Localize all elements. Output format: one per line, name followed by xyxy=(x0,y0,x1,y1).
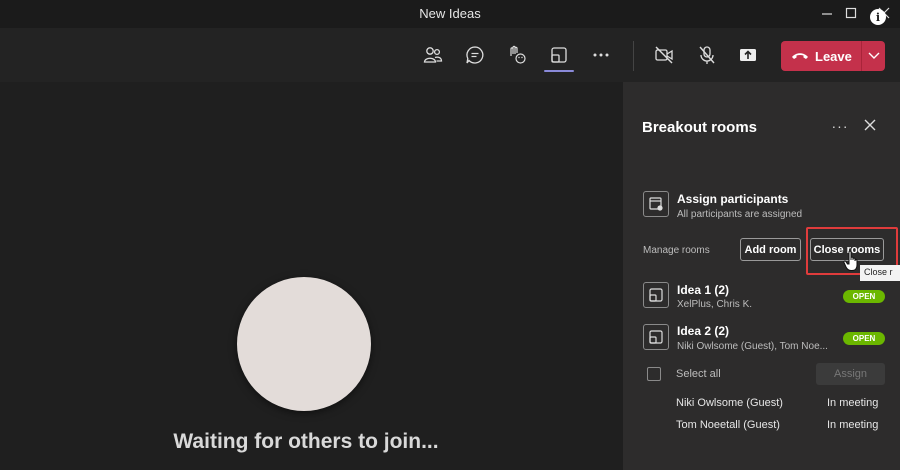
share-button[interactable] xyxy=(735,42,761,68)
mic-toggle-button[interactable] xyxy=(694,42,720,68)
assign-icon xyxy=(649,197,663,211)
participant-name[interactable]: Tom Noeetall (Guest) xyxy=(676,419,780,431)
minimize-button[interactable] xyxy=(816,3,838,23)
meeting-toolbar: Leave xyxy=(0,28,900,82)
chat-button[interactable] xyxy=(462,42,488,68)
people-button[interactable] xyxy=(420,42,446,68)
rooms-icon xyxy=(551,47,567,63)
leave-options-button[interactable] xyxy=(862,41,885,71)
manage-rooms-label: Manage rooms xyxy=(643,245,710,256)
panel-more-button[interactable]: ··· xyxy=(831,118,849,134)
participant-name[interactable]: Niki Owlsome (Guest) xyxy=(676,397,783,409)
add-room-button[interactable]: Add room xyxy=(740,238,801,261)
close-icon xyxy=(864,119,876,131)
more-icon xyxy=(593,53,609,57)
chevron-down-icon xyxy=(868,52,879,59)
waiting-message: Waiting for others to join... xyxy=(173,430,439,453)
participant-status: In meeting xyxy=(827,419,879,431)
participant-status: In meeting xyxy=(827,397,879,409)
chat-icon xyxy=(466,46,484,64)
room-status-badge: OPEN xyxy=(843,332,885,345)
camera-off-icon xyxy=(655,46,673,64)
assign-participants-subtitle: All participants are assigned xyxy=(677,209,803,220)
room-icon xyxy=(643,282,669,308)
meeting-stage: Waiting for others to join... xyxy=(0,82,623,470)
assign-button[interactable]: Assign xyxy=(816,363,885,385)
hang-up-icon xyxy=(792,53,808,59)
active-tab-indicator xyxy=(544,70,574,72)
select-all-label[interactable]: Select all xyxy=(676,368,721,380)
people-icon xyxy=(423,47,443,63)
rooms-icon xyxy=(649,330,663,344)
rooms-icon xyxy=(649,288,663,302)
reactions-button[interactable] xyxy=(504,42,530,68)
tooltip: Close r xyxy=(860,265,900,281)
room-icon xyxy=(643,324,669,350)
camera-toggle-button[interactable] xyxy=(651,42,677,68)
more-actions-button[interactable] xyxy=(588,42,614,68)
assign-participants-title[interactable]: Assign participants xyxy=(677,192,788,206)
select-all-checkbox[interactable] xyxy=(647,367,661,381)
reactions-icon xyxy=(510,45,526,64)
leave-button[interactable]: Leave xyxy=(781,41,885,71)
maximize-icon xyxy=(845,7,857,19)
room-participants: XelPlus, Chris K. xyxy=(677,299,753,310)
assign-participants-icon[interactable] xyxy=(643,191,669,217)
room-status-badge: OPEN xyxy=(843,290,885,303)
rooms-button[interactable] xyxy=(546,42,572,68)
room-name[interactable]: Idea 2 (2) xyxy=(677,324,729,338)
leave-main[interactable]: Leave xyxy=(781,41,861,71)
breakout-rooms-panel: Breakout rooms ··· Assign participants A… xyxy=(623,82,900,470)
mic-off-icon xyxy=(699,46,715,64)
info-icon[interactable]: i xyxy=(870,9,886,25)
window-title: New Ideas xyxy=(419,6,481,21)
room-name[interactable]: Idea 1 (2) xyxy=(677,283,729,297)
panel-title: Breakout rooms xyxy=(642,119,758,136)
maximize-button[interactable] xyxy=(840,3,862,23)
panel-close-button[interactable] xyxy=(863,118,879,134)
title-bar: New Ideas i xyxy=(0,0,900,28)
minimize-icon xyxy=(822,13,832,15)
avatar xyxy=(237,277,371,411)
hand-cursor-icon xyxy=(843,250,861,272)
share-icon xyxy=(740,49,756,61)
room-participants: Niki Owlsome (Guest), Tom Noe... xyxy=(677,341,828,352)
toolbar-divider xyxy=(633,41,634,71)
leave-label: Leave xyxy=(815,48,852,64)
